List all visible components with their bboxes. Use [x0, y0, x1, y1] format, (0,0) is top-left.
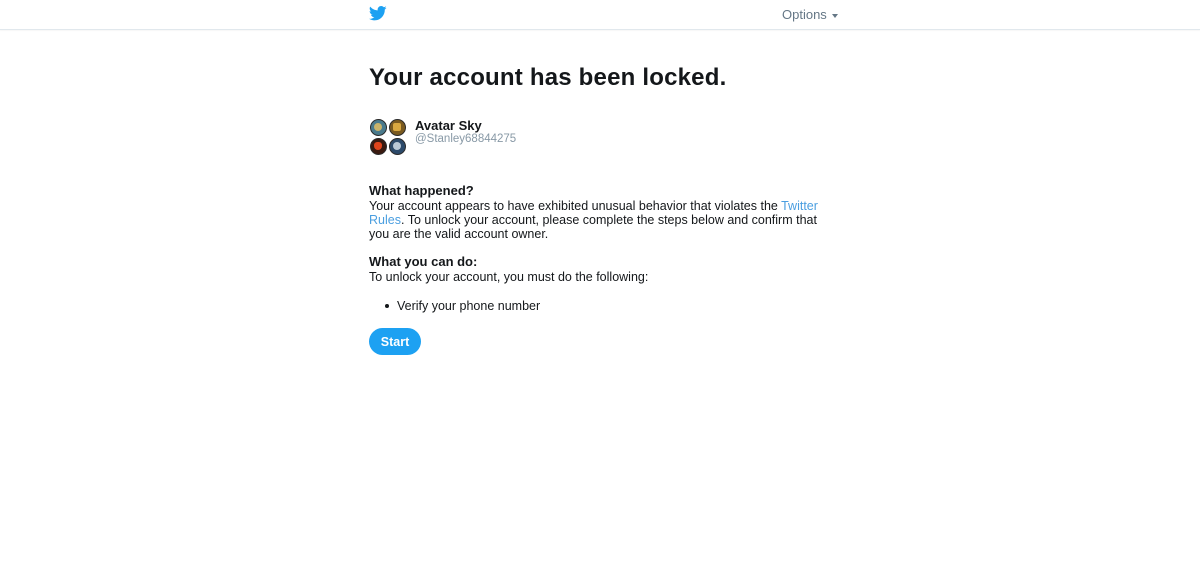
twitter-bird-icon[interactable]	[369, 6, 387, 21]
unlock-instructions: To unlock your account, you must do the …	[369, 270, 649, 284]
caret-down-icon	[831, 13, 838, 18]
options-dropdown[interactable]: Options	[782, 7, 838, 23]
options-label: Options	[782, 7, 827, 22]
account-handle: @Stanley68844275	[415, 133, 517, 145]
avatar-tile	[370, 119, 387, 136]
unlock-steps-list: Verify your phone number	[383, 299, 540, 313]
what-happened-text: Your account appears to have exhibited u…	[369, 199, 819, 241]
avatar-tile	[389, 119, 406, 136]
start-button[interactable]: Start	[369, 328, 421, 355]
what-you-can-do-heading: What you can do:	[369, 254, 478, 269]
what-happened-heading: What happened?	[369, 183, 474, 198]
avatar	[370, 119, 406, 156]
avatar-tile	[370, 138, 387, 155]
what-happened-text-end: . To unlock your account, please complet…	[369, 213, 817, 241]
avatar-tile	[389, 138, 406, 155]
account-card: Avatar Sky @Stanley68844275	[369, 118, 669, 158]
list-item: Verify your phone number	[383, 299, 540, 313]
page-title: Your account has been locked.	[369, 64, 727, 91]
what-happened-text-start: Your account appears to have exhibited u…	[369, 199, 782, 213]
top-navigation-bar: Options	[0, 0, 1200, 30]
account-display-name: Avatar Sky	[415, 118, 482, 133]
